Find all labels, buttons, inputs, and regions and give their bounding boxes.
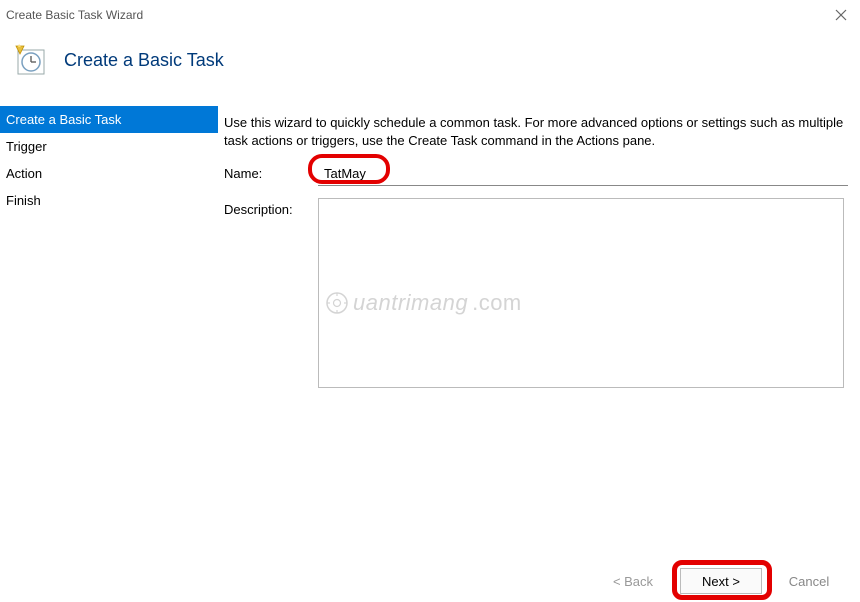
step-label: Finish: [6, 193, 41, 208]
wizard-steps-sidebar: Create a Basic Task Trigger Action Finis…: [0, 106, 218, 536]
next-button[interactable]: Next >: [680, 568, 762, 594]
step-label: Trigger: [6, 139, 47, 154]
wizard-main-panel: Use this wizard to quickly schedule a co…: [218, 106, 860, 536]
window-title: Create Basic Task Wizard: [6, 8, 143, 22]
intro-text: Use this wizard to quickly schedule a co…: [224, 114, 848, 150]
name-label: Name:: [224, 162, 318, 181]
step-create-basic-task[interactable]: Create a Basic Task: [0, 106, 218, 133]
description-row: Description:: [224, 198, 848, 388]
cancel-button[interactable]: Cancel: [768, 568, 850, 594]
back-button[interactable]: < Back: [592, 568, 674, 594]
back-button-label: < Back: [613, 574, 653, 589]
next-button-label: Next >: [702, 574, 740, 589]
wizard-title: Create a Basic Task: [64, 50, 224, 71]
wizard-body: Create a Basic Task Trigger Action Finis…: [0, 106, 860, 536]
cancel-button-label: Cancel: [789, 574, 829, 589]
close-button[interactable]: [834, 8, 848, 22]
step-action[interactable]: Action: [0, 160, 218, 187]
step-label: Action: [6, 166, 42, 181]
wizard-footer: < Back Next > Cancel: [592, 568, 850, 594]
task-description-input[interactable]: [318, 198, 844, 388]
titlebar: Create Basic Task Wizard: [0, 0, 860, 30]
wizard-header: Create a Basic Task: [0, 30, 860, 106]
step-trigger[interactable]: Trigger: [0, 133, 218, 160]
close-icon: [835, 9, 847, 21]
task-scheduler-icon: [14, 44, 46, 76]
description-label: Description:: [224, 198, 318, 217]
name-row: Name:: [224, 162, 848, 186]
step-finish[interactable]: Finish: [0, 187, 218, 214]
step-label: Create a Basic Task: [6, 112, 121, 127]
task-name-input[interactable]: [318, 162, 848, 186]
